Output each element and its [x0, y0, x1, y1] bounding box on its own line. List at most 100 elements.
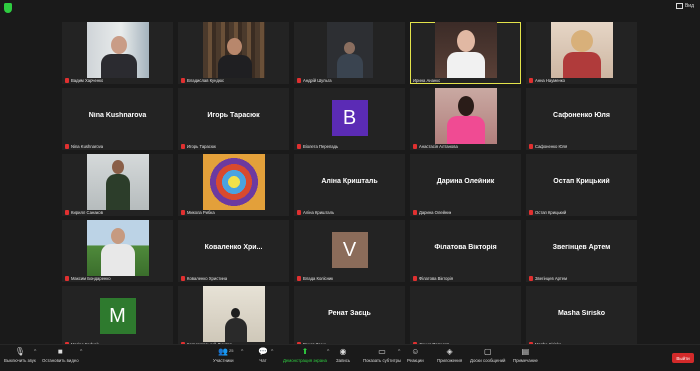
- share-chevron-icon[interactable]: ^: [327, 349, 329, 355]
- person-body: [446, 116, 485, 144]
- participant-tile[interactable]: Звегінцев Артем Звегінцев Артем: [526, 220, 637, 282]
- person-head: [230, 308, 240, 318]
- participant-name-label: Звегінцев Артем: [529, 276, 567, 281]
- participant-tile[interactable]: Філатова Вікторія Філатова Вікторія: [410, 220, 521, 282]
- participant-tile[interactable]: V Влада Колісник: [294, 220, 405, 282]
- participant-name-label: Микола Рибка: [181, 210, 215, 215]
- participant-tile[interactable]: Игорь Тарасюк Игорь Тарасюк: [178, 88, 289, 150]
- participant-name-label: Остап Крицький: [529, 210, 566, 215]
- participant-name-label: Віолета Перепадь: [297, 144, 338, 149]
- person-body: [224, 318, 247, 342]
- mic-muted-icon: [297, 78, 301, 83]
- participant-display-name: Ренат Заєць: [328, 310, 371, 317]
- participant-name-label: Андрій Шульга: [297, 78, 332, 83]
- whiteboards-button[interactable]: ▢ Доски сообщений: [470, 347, 505, 364]
- participant-video: [202, 22, 265, 78]
- reactions-button[interactable]: ☺ Реакции: [407, 348, 424, 364]
- participant-tile[interactable]: Анастасія Алтанова: [410, 88, 521, 150]
- participant-tile[interactable]: Андрій Шульга: [294, 22, 405, 84]
- stop-video-button[interactable]: ■ Остановить видео: [42, 348, 79, 364]
- captions-button[interactable]: ▭ Показать субтитры: [363, 347, 401, 364]
- record-icon: ◉: [339, 347, 347, 356]
- participant-tile[interactable]: Владислав Кундюс: [178, 22, 289, 84]
- participant-tile[interactable]: Masha Sirisko Masha Sirisko: [526, 286, 637, 348]
- active-speaker-tile[interactable]: Ирина Ананко: [410, 22, 521, 84]
- chat-button[interactable]: 💬 Чат: [258, 348, 268, 364]
- notes-icon: ▤: [521, 347, 530, 356]
- participants-icon: 👥: [218, 347, 229, 356]
- participant-tile[interactable]: Кирилл Санаков: [62, 154, 173, 216]
- participant-name-label: Игорь Тарасюк: [181, 144, 216, 149]
- participant-tile[interactable]: Коваленко Хри... Коваленко Христина: [178, 220, 289, 282]
- view-button[interactable]: Вид: [675, 3, 694, 9]
- whiteboard-icon: ▢: [483, 347, 492, 356]
- participant-avatar: V: [331, 232, 368, 268]
- participant-name-label: Філатова Вікторія: [413, 276, 453, 281]
- participant-tile[interactable]: Ренат Заєць Ренат Заєць: [294, 286, 405, 348]
- person-body: [562, 52, 601, 78]
- participant-name-label: Вадим Харченко: [65, 78, 103, 83]
- participant-video: [86, 154, 149, 210]
- participant-avatar: M: [99, 298, 136, 334]
- person-head: [457, 96, 474, 116]
- leave-button[interactable]: Выйти: [672, 353, 694, 363]
- mic-muted-icon: [65, 276, 69, 281]
- participant-tile[interactable]: Микола Рибка: [178, 154, 289, 216]
- record-button[interactable]: ◉ Запись: [336, 347, 350, 364]
- participant-name-label: Сафоненко Юля: [529, 144, 567, 149]
- mic-muted-icon: [297, 276, 301, 281]
- audio-options-chevron-icon[interactable]: ^: [34, 349, 36, 355]
- mic-muted-icon: [529, 210, 533, 215]
- mic-muted-icon: [529, 144, 533, 149]
- mic-muted-icon: [181, 78, 185, 83]
- participant-display-name: Коваленко Хри...: [204, 244, 263, 251]
- captions-icon: ▭: [378, 347, 386, 356]
- mic-muted-icon: [413, 276, 417, 281]
- participants-count: 25: [229, 348, 234, 353]
- participant-display-name: Аліна Кришталь: [321, 178, 378, 185]
- participant-tile[interactable]: Nina Kushnarova Nina Kushnarova: [62, 88, 173, 150]
- participant-display-name: Сафоненко Юля: [553, 112, 610, 119]
- mic-muted-icon: [297, 210, 301, 215]
- chat-chevron-icon[interactable]: ^: [271, 349, 273, 355]
- participant-name-label: Анастасія Алтанова: [413, 144, 458, 149]
- meeting-toolbar: 🎙 Выключить звук ^ ■ Остановить видео ^ …: [0, 344, 700, 371]
- participant-display-name: Дарина Олейник: [436, 178, 495, 185]
- participant-name-label: Nina Kushnarova: [65, 144, 103, 149]
- participant-name-label: Дарина Олейник: [413, 210, 451, 215]
- participant-display-name: Nina Kushnarova: [88, 112, 147, 119]
- participant-tile[interactable]: Колмогорський Дмитро: [178, 286, 289, 348]
- participant-display-name: Звегінцев Артем: [552, 244, 611, 251]
- person-body: [100, 54, 137, 78]
- security-shield-icon[interactable]: [4, 3, 12, 13]
- mic-muted-icon: [65, 78, 69, 83]
- captions-chevron-icon[interactable]: ^: [398, 349, 400, 355]
- person-body: [105, 174, 130, 210]
- participant-tile[interactable]: M Marina Fedyak: [62, 286, 173, 348]
- participant-tile[interactable]: Максим Бондаренко: [62, 220, 173, 282]
- participant-display-name: Masha Sirisko: [557, 310, 606, 317]
- participant-name-label: Коваленко Христина: [181, 276, 227, 281]
- participant-tile[interactable]: Остап Крицький Остап Крицький: [526, 154, 637, 216]
- apps-button[interactable]: ◈ Приложения: [437, 348, 462, 364]
- notes-button[interactable]: ▤ Примечание: [513, 347, 538, 364]
- share-screen-button[interactable]: ⬆ Демонстрация экрана: [283, 348, 327, 364]
- participant-tile[interactable]: Вадим Харченко: [62, 22, 173, 84]
- participant-tile[interactable]: Аліна Кришталь Аліна Кришталь: [294, 154, 405, 216]
- view-label: Вид: [684, 3, 694, 9]
- mute-button[interactable]: 🎙 Выключить звук: [4, 348, 36, 364]
- participant-tile[interactable]: Анна Науменко: [526, 22, 637, 84]
- participant-tile[interactable]: B Віолета Перепадь: [294, 88, 405, 150]
- participant-display-name: Остап Крицький: [553, 178, 610, 185]
- participant-video: [86, 22, 149, 78]
- participant-tile[interactable]: Данил Попелов: [410, 286, 521, 348]
- mic-muted-icon: [297, 144, 301, 149]
- person-head: [570, 30, 593, 52]
- participant-tile[interactable]: Сафоненко Юля Сафоненко Юля: [526, 88, 637, 150]
- participants-chevron-icon[interactable]: ^: [241, 349, 243, 355]
- person-body: [446, 52, 485, 78]
- video-options-chevron-icon[interactable]: ^: [80, 349, 82, 355]
- participant-video: [86, 220, 149, 276]
- participant-tile[interactable]: Дарина Олейник Дарина Олейник: [410, 154, 521, 216]
- participant-video: [202, 154, 265, 210]
